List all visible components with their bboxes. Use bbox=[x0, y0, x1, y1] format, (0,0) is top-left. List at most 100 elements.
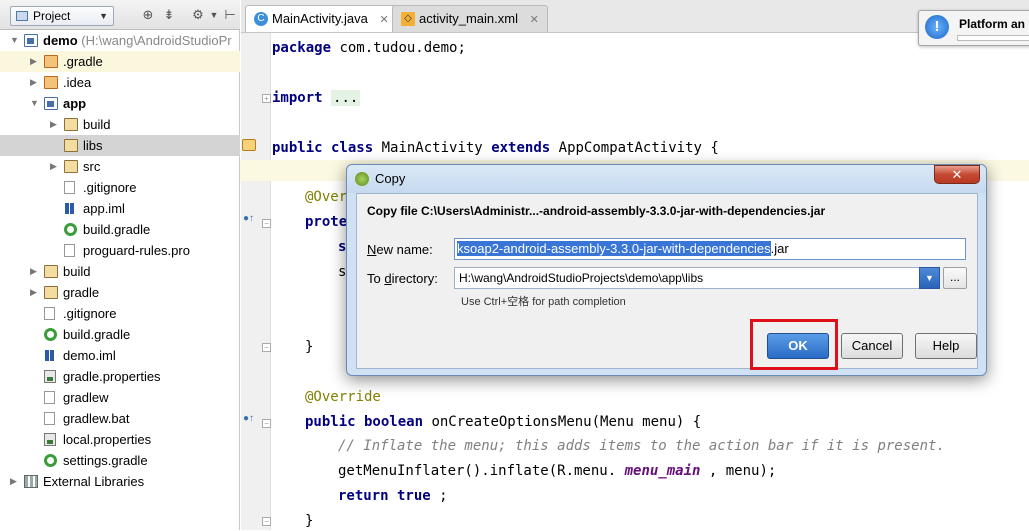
close-icon: ✕ bbox=[951, 167, 963, 182]
tree-item-text: src bbox=[83, 159, 101, 174]
tree-item[interactable]: ▶ .gradle bbox=[0, 51, 240, 72]
close-icon[interactable]: ✕ bbox=[379, 14, 388, 26]
gradle-icon bbox=[44, 454, 57, 467]
fold-expand-icon[interactable]: + bbox=[262, 94, 271, 103]
code-line: package com.tudou.demo; bbox=[272, 38, 466, 58]
tree-item[interactable]: ▶ External Libraries bbox=[0, 471, 240, 492]
cancel-button[interactable]: Cancel bbox=[841, 333, 903, 359]
tree-item[interactable]: gradlew bbox=[0, 387, 240, 408]
tree-item[interactable]: app.iml bbox=[0, 198, 240, 219]
tree-item-text: .gitignore bbox=[83, 180, 137, 195]
new-name-label-text: ew name: bbox=[376, 242, 433, 257]
folder-icon bbox=[44, 286, 58, 299]
new-name-label: New name: bbox=[367, 242, 433, 257]
tree-item[interactable]: ▼ app bbox=[0, 93, 240, 114]
settings-chevron-icon[interactable]: ▼ bbox=[206, 7, 222, 23]
new-name-field[interactable]: ksoap2-android-assembly-3.3.0-jar-with-d… bbox=[454, 238, 966, 260]
code-token: MainActivity bbox=[381, 139, 483, 156]
collapse-all-icon[interactable]: ⇟ bbox=[161, 7, 177, 23]
tree-item-text: gradlew.bat bbox=[63, 411, 130, 426]
project-panel: Project ▼ ⊕ ⇟ ⚙ ▼ ⊢ ▼ demo (H:\wang\Andro… bbox=[0, 0, 240, 530]
hide-panel-icon[interactable]: ⊢ bbox=[222, 7, 238, 23]
tree-item[interactable]: .gitignore bbox=[0, 177, 240, 198]
tree-item-text: External Libraries bbox=[43, 474, 145, 489]
notification-balloon[interactable]: ! Platform an bbox=[918, 10, 1029, 46]
tree-item[interactable]: libs bbox=[0, 135, 240, 156]
tree-item[interactable]: build.gradle bbox=[0, 219, 240, 240]
info-icon: ! bbox=[925, 15, 949, 39]
gradle-icon bbox=[64, 223, 77, 236]
dialog-heading: Copy file C:\Users\Administr...-android-… bbox=[367, 204, 826, 218]
tree-item[interactable]: gradlew.bat bbox=[0, 408, 240, 429]
code-line: } bbox=[305, 511, 313, 531]
tree-item[interactable]: proguard-rules.pro bbox=[0, 240, 240, 261]
code-line: } bbox=[305, 337, 313, 357]
chevron-right-icon[interactable]: ▶ bbox=[30, 282, 40, 303]
tree-item[interactable]: ▶ build bbox=[0, 261, 240, 282]
tree-item-label: .idea bbox=[63, 72, 91, 93]
tab-mainactivity-java[interactable]: C MainActivity.java ✕ bbox=[245, 5, 398, 32]
tree-item[interactable]: demo.iml bbox=[0, 345, 240, 366]
chevron-right-icon[interactable]: ▶ bbox=[30, 51, 40, 72]
tab-activity-main-xml[interactable]: ◇ activity_main.xml ✕ bbox=[392, 5, 548, 32]
override-marker-icon[interactable]: ●↑ bbox=[243, 213, 254, 224]
fold-end-icon[interactable]: − bbox=[262, 517, 271, 526]
chevron-right-icon[interactable]: ▶ bbox=[50, 156, 60, 177]
dialog-titlebar[interactable]: Copy bbox=[347, 165, 986, 193]
tree-item[interactable]: .gitignore bbox=[0, 303, 240, 324]
fold-collapse-icon[interactable]: − bbox=[262, 419, 271, 428]
tree-item[interactable]: ▶ .idea bbox=[0, 72, 240, 93]
chevron-down-icon[interactable]: ▼ bbox=[30, 93, 40, 114]
tree-item-label: .gitignore bbox=[63, 303, 116, 324]
tree-item-text: app.iml bbox=[83, 201, 125, 216]
fold-collapse-icon[interactable]: − bbox=[262, 219, 271, 228]
notification-progress bbox=[957, 35, 1029, 41]
chevron-right-icon[interactable]: ▶ bbox=[50, 114, 60, 135]
module-icon bbox=[24, 34, 38, 47]
project-view-selector[interactable]: Project ▼ bbox=[10, 6, 114, 26]
tree-item[interactable]: ▶ src bbox=[0, 156, 240, 177]
project-toolbar: Project ▼ ⊕ ⇟ ⚙ ▼ ⊢ bbox=[0, 0, 240, 30]
tree-item[interactable]: ▶ build bbox=[0, 114, 240, 135]
chevron-down-icon[interactable]: ▼ bbox=[919, 267, 940, 289]
scroll-from-source-icon[interactable]: ⊕ bbox=[140, 7, 156, 23]
to-directory-label-a: To bbox=[367, 271, 385, 286]
chevron-right-icon[interactable]: ▶ bbox=[30, 261, 40, 282]
tree-item[interactable]: ▶ gradle bbox=[0, 282, 240, 303]
code-token: AppCompatActivity { bbox=[558, 139, 719, 156]
props-icon bbox=[44, 370, 56, 383]
tree-item-text: proguard-rules.pro bbox=[83, 243, 190, 258]
close-icon[interactable]: ✕ bbox=[530, 14, 539, 26]
iml-icon bbox=[44, 349, 58, 362]
chevron-right-icon[interactable]: ▶ bbox=[30, 72, 40, 93]
to-directory-combo[interactable]: H:\wang\AndroidStudioProjects\demo\app\l… bbox=[454, 267, 940, 289]
tree-item[interactable]: build.gradle bbox=[0, 324, 240, 345]
tree-item-label: gradle.properties bbox=[63, 366, 161, 387]
help-button[interactable]: Help bbox=[915, 333, 977, 359]
ok-button[interactable]: OK bbox=[767, 333, 829, 359]
tree-item[interactable]: settings.gradle bbox=[0, 450, 240, 471]
code-token: extends bbox=[491, 139, 551, 156]
tree-item-label: build.gradle bbox=[63, 324, 130, 345]
browse-button[interactable]: ... bbox=[943, 267, 967, 289]
tree-item[interactable]: ▼ demo (H:\wang\AndroidStudioPr bbox=[0, 30, 240, 51]
tree-item-text: build.gradle bbox=[63, 327, 131, 342]
gear-icon[interactable]: ⚙ bbox=[190, 7, 206, 23]
tree-item-text: demo bbox=[43, 33, 78, 48]
fold-end-icon[interactable]: − bbox=[262, 343, 271, 352]
tree-item-label: .gradle bbox=[63, 51, 103, 72]
chevron-down-icon[interactable]: ▼ bbox=[10, 30, 20, 51]
path-completion-hint: Use Ctrl+空格 for path completion bbox=[461, 296, 626, 308]
tree-item[interactable]: local.properties bbox=[0, 429, 240, 450]
chevron-right-icon[interactable]: ▶ bbox=[10, 471, 20, 492]
tree-item-text: local.properties bbox=[63, 432, 152, 447]
to-directory-label-rest: irectory: bbox=[391, 271, 438, 286]
tree-item-text: app bbox=[63, 96, 87, 111]
mnemonic-n: N bbox=[367, 242, 377, 257]
tab-label: activity_main.xml bbox=[419, 11, 518, 26]
override-marker-icon[interactable]: ●↑ bbox=[243, 413, 254, 424]
android-studio-icon bbox=[355, 172, 369, 186]
dialog-close-button[interactable]: ✕ bbox=[934, 165, 980, 184]
code-line: getMenuInflater().inflate(R.menu. menu_m… bbox=[338, 461, 776, 481]
tree-item[interactable]: gradle.properties bbox=[0, 366, 240, 387]
